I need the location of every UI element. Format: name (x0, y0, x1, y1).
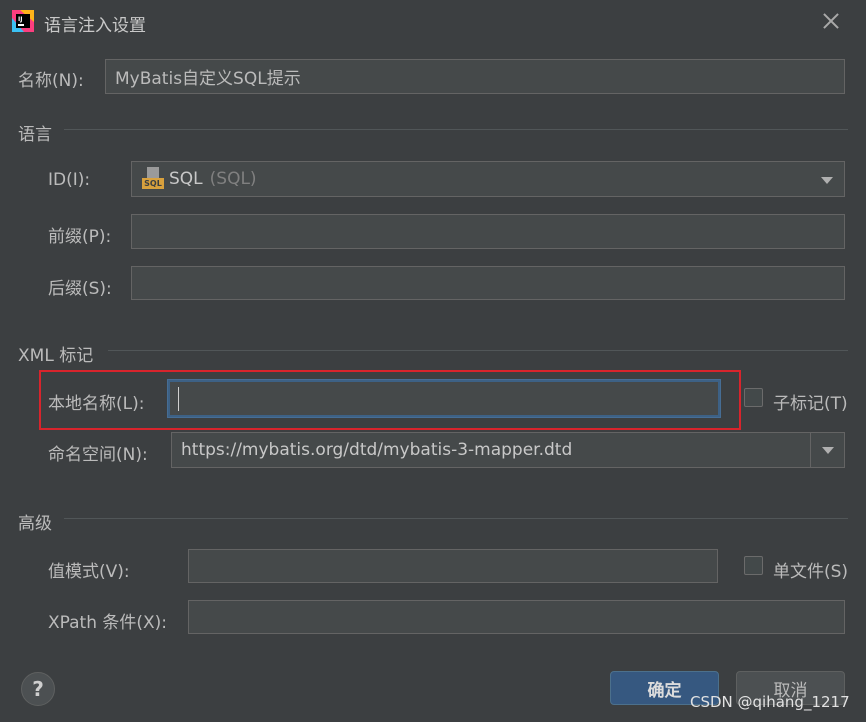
language-id-value: SQL (169, 169, 203, 189)
name-label: 名称(N): (18, 71, 84, 91)
sub-tag-checkbox[interactable] (744, 388, 763, 407)
name-input[interactable]: MyBatis自定义SQL提示 (105, 59, 845, 94)
xpath-label: XPath 条件(X): (48, 613, 168, 633)
text-caret (178, 386, 179, 411)
suffix-input[interactable] (131, 266, 845, 300)
single-file-label[interactable]: 单文件(S) (773, 557, 848, 582)
id-label: ID(I): (48, 170, 91, 190)
watermark: CSDN @qihang_1217 (690, 693, 850, 711)
xml-separator (108, 350, 848, 351)
chevron-down-icon (821, 177, 833, 184)
name-input-value: MyBatis自定义SQL提示 (115, 69, 301, 89)
advanced-separator (64, 518, 848, 519)
namespace-dropdown-button[interactable] (810, 433, 844, 467)
namespace-label: 命名空间(N): (48, 445, 148, 465)
help-button[interactable]: ? (21, 672, 55, 706)
single-file-checkbox[interactable] (744, 556, 763, 575)
language-id-hint: (SQL) (209, 169, 257, 189)
xml-section-title: XML 标记 (18, 346, 94, 366)
advanced-section-title: 高级 (18, 514, 52, 534)
namespace-value: https://mybatis.org/dtd/mybatis-3-mapper… (181, 440, 573, 460)
sub-tag-label[interactable]: 子标记(T) (773, 389, 848, 414)
close-icon[interactable] (818, 8, 844, 34)
language-section-title: 语言 (18, 125, 52, 145)
value-pattern-label: 值模式(V): (48, 562, 130, 582)
intellij-idea-icon: IJ (12, 10, 34, 32)
local-name-input[interactable] (168, 380, 720, 417)
title-bar: IJ 语言注入设置 (0, 0, 866, 44)
namespace-combo[interactable]: https://mybatis.org/dtd/mybatis-3-mapper… (171, 432, 845, 468)
local-name-label: 本地名称(L): (48, 394, 145, 414)
dialog-title: 语言注入设置 (44, 16, 146, 36)
xpath-input[interactable] (188, 600, 845, 634)
svg-text:IJ: IJ (18, 16, 22, 23)
value-pattern-input[interactable] (188, 549, 718, 583)
language-separator (64, 129, 848, 130)
chevron-down-icon (821, 446, 834, 454)
sql-icon: SQL (142, 167, 164, 191)
prefix-input[interactable] (131, 214, 845, 249)
suffix-label: 后缀(S): (48, 279, 112, 299)
prefix-label: 前缀(P): (48, 227, 112, 247)
language-id-select[interactable]: SQL SQL (SQL) (131, 161, 845, 197)
